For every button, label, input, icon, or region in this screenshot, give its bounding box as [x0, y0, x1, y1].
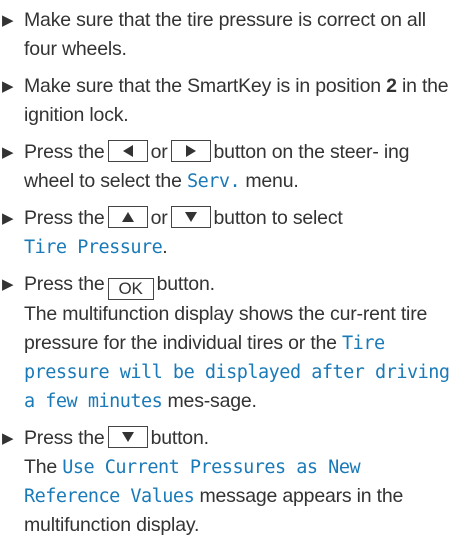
or-text: or [150, 141, 168, 163]
step-text: button on the steer- [213, 141, 379, 163]
left-arrow-icon [122, 145, 133, 157]
step-check-tire-pressure: ▶ Make sure that the tire pressure is co… [0, 6, 461, 64]
bullet-icon: ▶ [2, 210, 14, 227]
result-text: The [24, 456, 58, 478]
step-press-down: ▶ Press the button. The Use Current Press… [0, 424, 461, 540]
step-text: button. [150, 427, 209, 449]
bullet-icon: ▶ [2, 430, 14, 447]
step-text: Make sure that the SmartKey is in positi… [24, 75, 381, 97]
step-text: Press the [24, 427, 105, 449]
ok-button: OK [107, 278, 154, 300]
step-text: Make sure that the tire pressure is corr… [24, 9, 426, 60]
left-button [107, 140, 148, 162]
or-text: or [150, 207, 168, 229]
right-arrow-icon [185, 145, 196, 157]
down-button [170, 206, 211, 228]
down-arrow-icon [184, 212, 197, 222]
down-arrow-icon [121, 432, 134, 442]
bullet-icon: ▶ [2, 78, 14, 95]
instruction-page: ▶ Make sure that the tire pressure is co… [0, 0, 461, 556]
bullet-icon: ▶ [2, 12, 14, 29]
step-text: menu. [245, 170, 299, 192]
step-text: button. [156, 273, 215, 295]
up-button [107, 206, 148, 228]
result-text: mes-sage. [167, 390, 257, 412]
step-text: button to select [213, 207, 343, 229]
down-button [107, 426, 148, 448]
bullet-icon: ▶ [2, 276, 14, 293]
serv-menu-label: Serv. [186, 171, 241, 192]
step-press-ok: ▶ Press the OK button. The multifunction d… [0, 270, 461, 416]
step-text: Press the [24, 207, 105, 229]
tire-pressure-menu-label: Tire Pressure [24, 237, 163, 258]
step-text: Press the [24, 141, 105, 163]
step-select-serv-menu: ▶ Press the or button on the steer- ing wh… [0, 138, 461, 196]
up-arrow-icon [121, 212, 134, 222]
step-select-tire-pressure: ▶ Press the or button to select Tire Press… [0, 204, 461, 262]
bullet-icon: ▶ [2, 144, 14, 161]
right-button [170, 140, 211, 162]
step-text: Press the [24, 273, 105, 295]
position-number: 2 [386, 75, 397, 97]
step-smartkey-position: ▶ Make sure that the SmartKey is in posi… [0, 72, 461, 130]
step-text: . [162, 236, 168, 258]
